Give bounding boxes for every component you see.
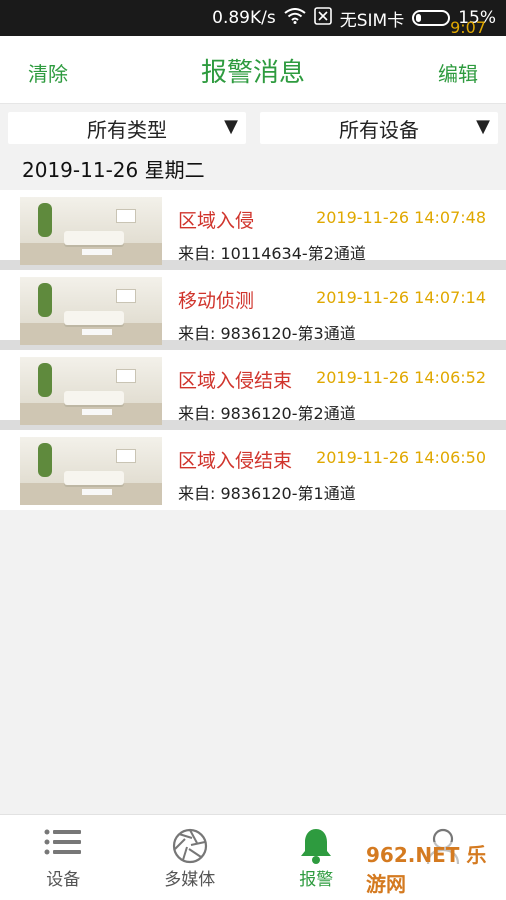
snapshot-thumbnail[interactable] xyxy=(20,277,162,345)
title-bar: 清除 报警消息 编辑 xyxy=(0,36,506,104)
type-filter-label: 所有类型 xyxy=(87,117,167,142)
status-time: 9:07 xyxy=(450,18,486,37)
sim-x-icon xyxy=(313,6,332,30)
alarm-time: 2019-11-26 14:06:52 xyxy=(316,368,486,387)
list-icon xyxy=(43,827,83,862)
alarm-list: 区域入侵 2019-11-26 14:07:48 来自: 10114634-第2… xyxy=(0,190,506,510)
alarm-item[interactable]: 区域入侵结束 2019-11-26 14:06:50 来自: 9836120-第… xyxy=(0,430,506,510)
tab-alarm[interactable]: 报警 xyxy=(253,815,380,900)
filter-bar: 所有类型 ▼ 所有设备 ▼ xyxy=(0,104,506,152)
dropdown-arrow-icon: ▼ xyxy=(224,116,238,137)
page-title: 报警消息 xyxy=(200,58,305,88)
dropdown-arrow-icon: ▼ xyxy=(476,116,490,137)
alarm-source: 来自: 9836120-第1通道 xyxy=(178,484,356,503)
alarm-type: 移动侦测 xyxy=(178,290,255,312)
edit-button[interactable]: 编辑 xyxy=(438,58,478,87)
tab-label: 设备 xyxy=(46,870,81,890)
camera-aperture-icon xyxy=(171,827,209,870)
bell-icon xyxy=(298,827,334,870)
wifi-icon xyxy=(284,7,306,29)
watermark-text: 962.NET 乐游网 xyxy=(366,843,487,896)
type-filter-dropdown[interactable]: 所有类型 ▼ xyxy=(8,112,246,144)
watermark-logo: 962.NET 乐游网 xyxy=(366,842,498,896)
network-speed: 0.89K/s xyxy=(212,8,276,28)
date-header: 2019-11-26 星期二 xyxy=(22,158,205,182)
battery-icon xyxy=(412,10,451,26)
alarm-type: 区域入侵 xyxy=(178,210,255,232)
alarm-type: 区域入侵结束 xyxy=(178,370,293,392)
snapshot-thumbnail[interactable] xyxy=(20,437,162,505)
device-filter-dropdown[interactable]: 所有设备 ▼ xyxy=(260,112,498,144)
alarm-source: 来自: 9836120-第3通道 xyxy=(178,324,356,343)
alarm-time: 2019-11-26 14:07:48 xyxy=(316,208,486,227)
sim-status: 无SIM卡 xyxy=(339,10,405,31)
alarm-item[interactable]: 移动侦测 2019-11-26 14:07:14 来自: 9836120-第3通… xyxy=(0,270,506,350)
device-filter-label: 所有设备 xyxy=(339,117,419,142)
status-bar: 9:07 0.89K/s 无SIM卡 15% xyxy=(0,0,506,37)
alarm-source: 来自: 9836120-第2通道 xyxy=(178,404,356,423)
snapshot-thumbnail[interactable] xyxy=(20,197,162,265)
tab-multimedia[interactable]: 多媒体 xyxy=(127,815,254,900)
tab-devices[interactable]: 设备 xyxy=(0,815,127,900)
alarm-type: 区域入侵结束 xyxy=(178,450,293,472)
alarm-item[interactable]: 区域入侵 2019-11-26 14:07:48 来自: 10114634-第2… xyxy=(0,190,506,270)
alarm-source: 来自: 10114634-第2通道 xyxy=(178,244,366,263)
snapshot-thumbnail[interactable] xyxy=(20,357,162,425)
alarm-time: 2019-11-26 14:07:14 xyxy=(316,288,486,307)
alarm-item[interactable]: 区域入侵结束 2019-11-26 14:06:52 来自: 9836120-第… xyxy=(0,350,506,430)
alarm-time: 2019-11-26 14:06:50 xyxy=(316,448,486,467)
